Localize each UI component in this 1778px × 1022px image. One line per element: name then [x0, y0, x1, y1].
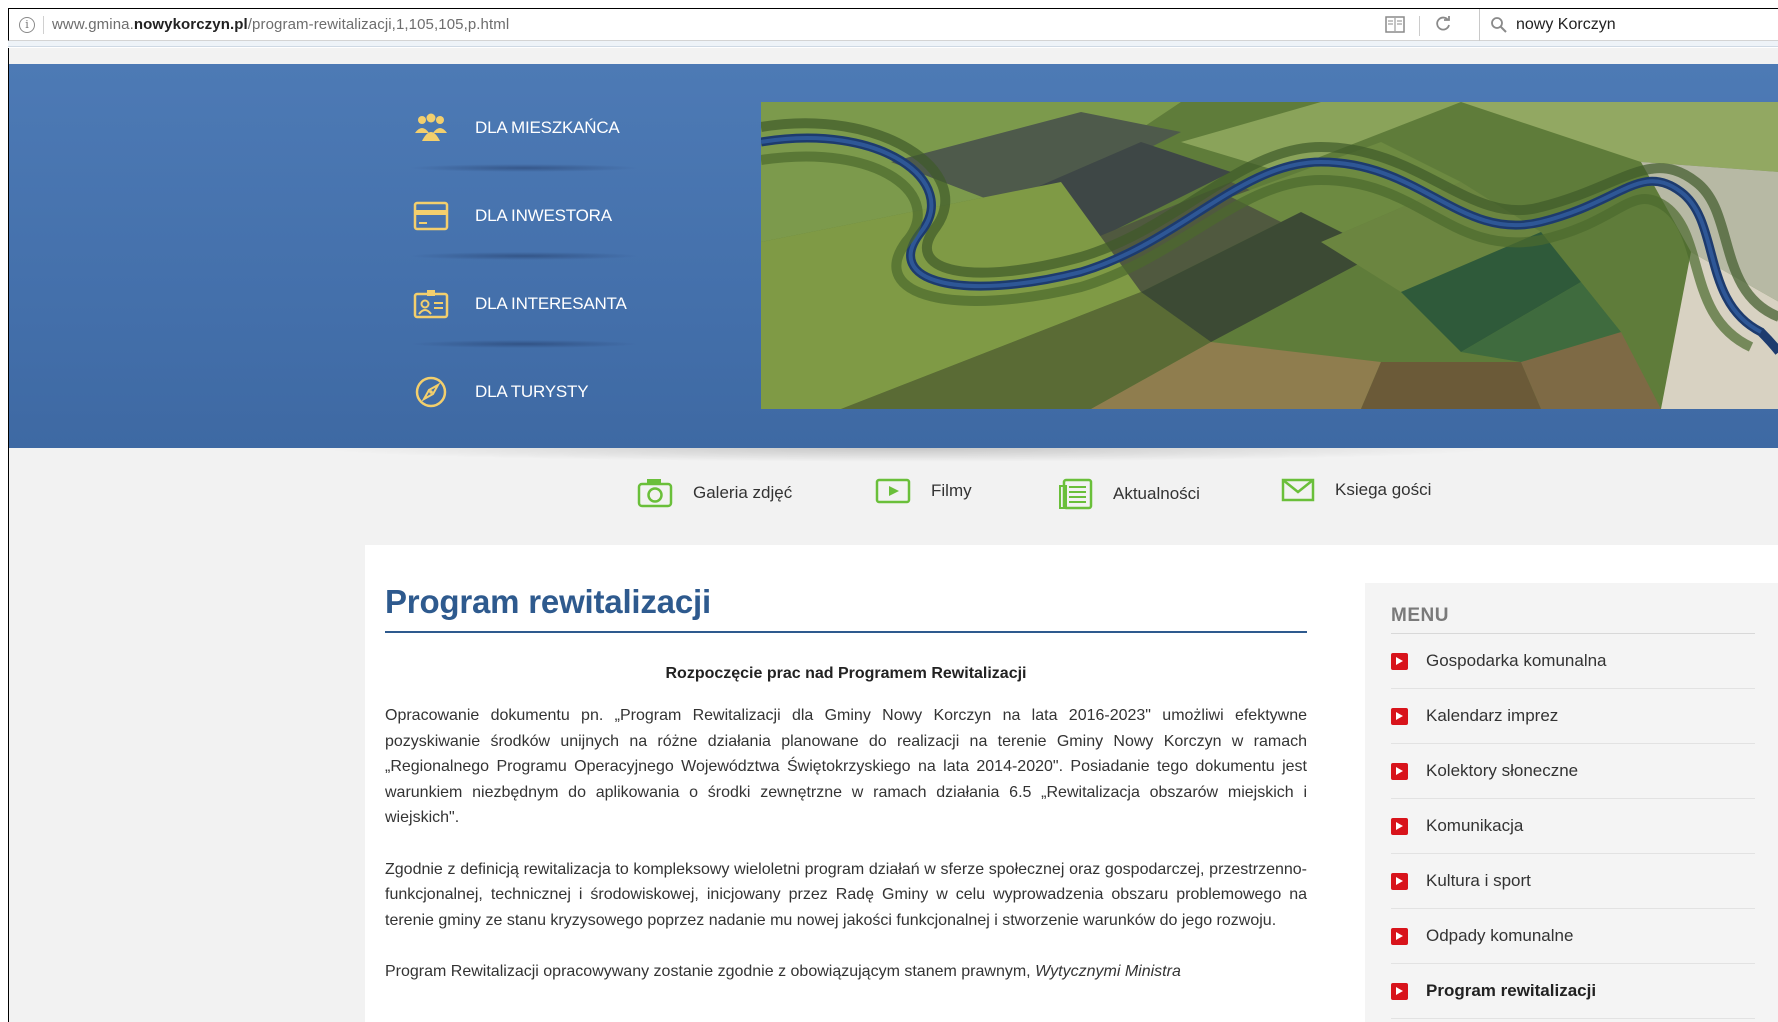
- id-card-icon: [411, 284, 451, 324]
- article: Program rewitalizacji Rozpoczęcie prac n…: [385, 583, 1307, 985]
- address-separator: [43, 15, 44, 34]
- article-paragraph: Zgodnie z definicją rewitalizacja to kom…: [385, 860, 1307, 929]
- people-icon: [411, 108, 451, 148]
- audience-nav: DLA MIESZKAŃCA DLA INWESTORA DLA INTERES…: [389, 84, 659, 436]
- menu-item-label: Kolektory słoneczne: [1426, 761, 1579, 780]
- menu-item-label: Program rewitalizacji: [1426, 981, 1597, 1000]
- menu-item-label: Gospodarka komunalna: [1426, 651, 1607, 670]
- arrow-icon: [1391, 652, 1408, 670]
- card-icon: [411, 196, 451, 236]
- toolbar-separator: [1419, 16, 1420, 36]
- landscape-photo: [761, 102, 1778, 409]
- quick-link-gallery[interactable]: Galeria zdjęć: [637, 478, 792, 508]
- web-page: DLA MIESZKAŃCA DLA INWESTORA DLA INTERES…: [8, 48, 1778, 1022]
- article-subtitle: Rozpoczęcie prac nad Programem Rewitaliz…: [665, 665, 1027, 682]
- reload-icon[interactable]: [1434, 15, 1452, 33]
- hero-banner: DLA MIESZKAŃCA DLA INWESTORA DLA INTERES…: [9, 64, 1778, 448]
- arrow-icon: [1391, 817, 1408, 835]
- menu-item-odpady[interactable]: Odpady komunalne: [1391, 909, 1755, 964]
- search-icon: [1491, 17, 1507, 33]
- info-icon[interactable]: i: [19, 16, 35, 33]
- nav-label: DLA INTERESANTA: [475, 294, 627, 313]
- quick-link-guestbook[interactable]: Ksiega gości: [1281, 478, 1431, 502]
- quick-link-label: Filmy: [931, 481, 972, 500]
- article-paragraph: Program Rewitalizacji opracowywany zosta…: [385, 963, 1181, 980]
- url-text[interactable]: www.gmina.nowykorczyn.pl/program-rewital…: [52, 16, 509, 33]
- article-paragraph: Opracowanie dokumentu pn. „Program Rewit…: [385, 707, 1307, 826]
- arrow-icon: [1391, 982, 1408, 1000]
- quick-link-label: Galeria zdjęć: [693, 483, 793, 502]
- arrow-icon: [1391, 927, 1408, 945]
- compass-icon: [411, 372, 451, 412]
- window-top-strip: [0, 0, 1778, 8]
- toolbar-bottom-strip: [8, 41, 1778, 47]
- nav-item-mieszkanca[interactable]: DLA MIESZKAŃCA: [389, 84, 659, 172]
- page-title: Program rewitalizacji: [385, 583, 1307, 633]
- arrow-icon: [1391, 872, 1408, 890]
- nav-label: DLA TURYSTY: [475, 382, 589, 401]
- menu-item-kultura[interactable]: Kultura i sport: [1391, 854, 1755, 909]
- menu-item-kalendarz[interactable]: Kalendarz imprez: [1391, 689, 1755, 744]
- quick-link-news[interactable]: Aktualności: [1059, 478, 1200, 510]
- nav-item-turysty[interactable]: DLA TURYSTY: [389, 348, 659, 436]
- browser-address-bar[interactable]: i www.gmina.nowykorczyn.pl/program-rewit…: [8, 8, 1778, 41]
- menu-item-kolektory[interactable]: Kolektory słoneczne: [1391, 744, 1755, 799]
- menu-heading: MENU: [1391, 605, 1755, 634]
- camera-icon: [637, 479, 673, 508]
- reader-view-icon[interactable]: [1385, 16, 1405, 33]
- quick-link-films[interactable]: Filmy: [875, 478, 972, 504]
- nav-item-interesanta[interactable]: DLA INTERESANTA: [389, 260, 659, 348]
- quick-link-label: Aktualności: [1113, 484, 1200, 503]
- play-icon: [875, 478, 911, 504]
- nav-label: DLA MIESZKAŃCA: [475, 118, 620, 137]
- menu-item-label: Kalendarz imprez: [1426, 706, 1559, 725]
- menu-item-komunikacja[interactable]: Komunikacja: [1391, 799, 1755, 854]
- menu-item-label: Kultura i sport: [1426, 871, 1531, 890]
- search-box[interactable]: nowy Korczyn: [1479, 9, 1778, 41]
- nav-label: DLA INWESTORA: [475, 206, 612, 225]
- envelope-icon: [1281, 478, 1315, 502]
- arrow-icon: [1391, 707, 1408, 725]
- nav-item-inwestora[interactable]: DLA INWESTORA: [389, 172, 659, 260]
- banner-shadow: [309, 448, 1509, 462]
- newspaper-icon: [1059, 478, 1093, 510]
- quick-link-label: Ksiega gości: [1335, 480, 1432, 499]
- menu-item-label: Odpady komunalne: [1426, 926, 1574, 945]
- arrow-icon: [1391, 762, 1408, 780]
- menu-item-label: Komunikacja: [1426, 816, 1524, 835]
- search-query: nowy Korczyn: [1516, 16, 1616, 33]
- menu-item-rewitalizacja[interactable]: Program rewitalizacji: [1391, 964, 1755, 1019]
- sidebar-menu: MENU Gospodarka komunalna Kalendarz impr…: [1365, 583, 1778, 1022]
- quick-links-bar: Galeria zdjęć Filmy Aktualności Ksiega g…: [9, 448, 1778, 545]
- main-content: Program rewitalizacji Rozpoczęcie prac n…: [365, 545, 1778, 1022]
- menu-item-gospodarka[interactable]: Gospodarka komunalna: [1391, 634, 1755, 689]
